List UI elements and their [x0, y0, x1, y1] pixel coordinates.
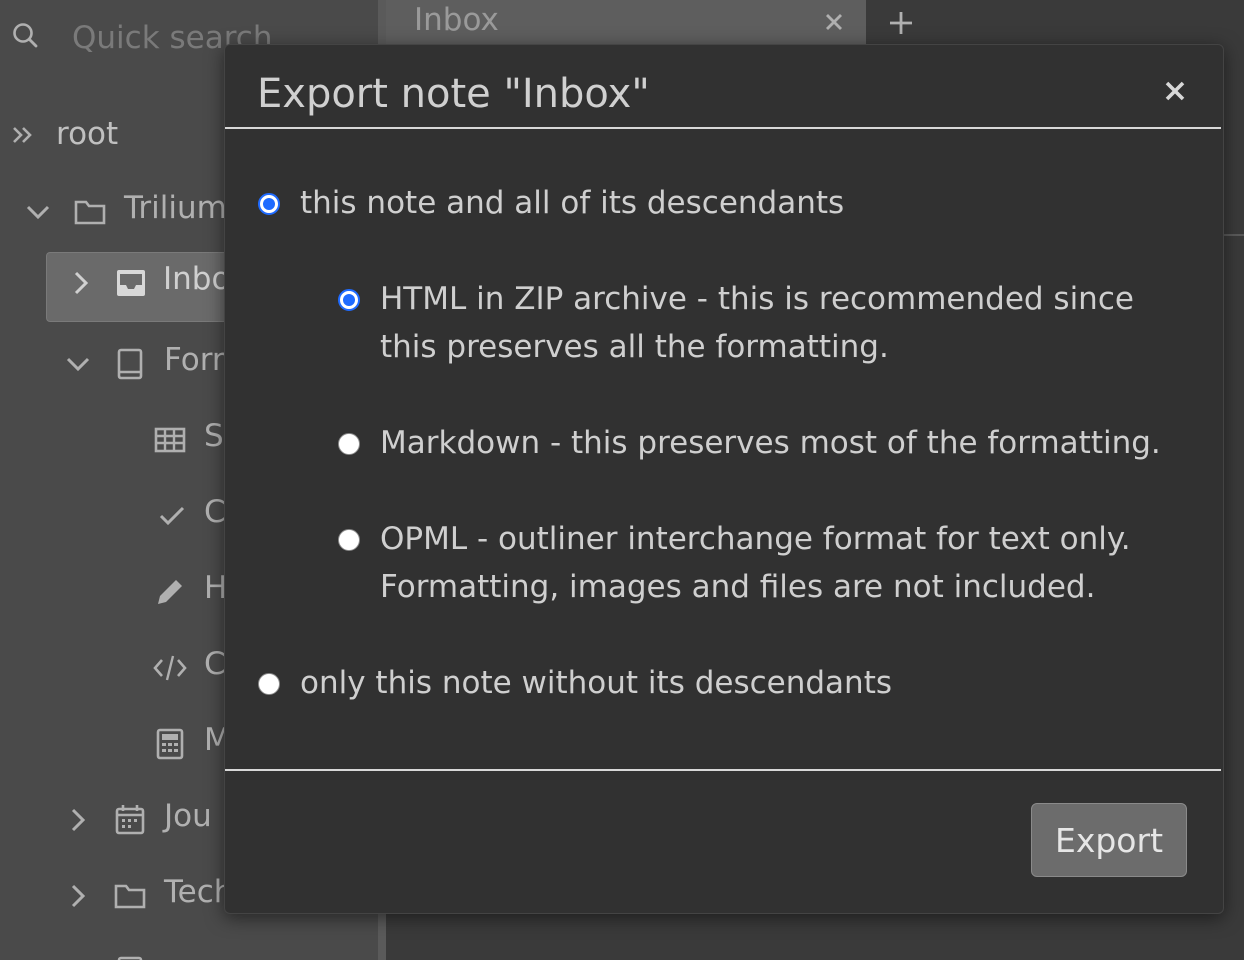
plus-icon[interactable]: [886, 8, 916, 38]
book-icon: [117, 956, 143, 960]
format-opml-label-line1[interactable]: OPML - outliner interchange format for t…: [380, 515, 1131, 563]
app-window: Quick search root Trilium Inbox Form S C…: [0, 0, 1244, 960]
tree-item-partial[interactable]: [0, 942, 380, 960]
close-icon[interactable]: [1164, 80, 1186, 102]
dialog-title: Export note "Inbox": [257, 71, 650, 117]
header-separator: [225, 127, 1221, 129]
tab-inbox[interactable]: Inbox: [386, 0, 866, 44]
chevron-right-icon[interactable]: [64, 882, 92, 910]
tab-title: Inbox: [414, 2, 499, 38]
format-markdown-label[interactable]: Markdown - this preserves most of the fo…: [380, 419, 1161, 467]
calendar-icon: [115, 805, 145, 835]
export-button[interactable]: Export: [1031, 803, 1187, 877]
chevron-right-icon[interactable]: [67, 269, 95, 297]
pencil-icon: [158, 580, 182, 604]
chevron-down-icon[interactable]: [24, 198, 52, 226]
format-html-label-line1[interactable]: HTML in ZIP archive - this is recommende…: [380, 275, 1134, 323]
scope-single-radio[interactable]: [258, 673, 280, 695]
folder-icon: [114, 884, 146, 909]
calculator-icon: [156, 728, 184, 760]
footer-separator: [225, 769, 1221, 771]
export-dialog: Export note "Inbox" this note and all of…: [224, 44, 1224, 914]
book-icon: [117, 348, 143, 380]
dialog-close-button[interactable]: [1157, 73, 1193, 109]
format-markdown-radio[interactable]: [338, 433, 360, 455]
chevron-down-icon[interactable]: [64, 350, 92, 378]
tree-item-label: C: [204, 494, 226, 530]
inbox-icon: [117, 270, 145, 296]
format-html-label-line2[interactable]: this preserves all the formatting.: [380, 323, 889, 371]
double-chevron-icon[interactable]: [10, 122, 38, 150]
close-icon[interactable]: [822, 10, 846, 34]
code-icon: [153, 655, 187, 681]
tree-root-label: root: [56, 116, 119, 152]
check-icon: [159, 506, 185, 526]
tree-item-label: Trilium: [124, 190, 227, 226]
table-icon: [154, 427, 186, 453]
format-opml-label-line2[interactable]: Formatting, images and files are not inc…: [380, 563, 1095, 611]
folder-icon: [74, 200, 106, 225]
tree-item-label: Jou: [164, 798, 212, 834]
chevron-right-icon[interactable]: [64, 806, 92, 834]
scope-single-label[interactable]: only this note without its descendants: [300, 659, 892, 707]
tree-item-label: S: [204, 418, 224, 454]
format-opml-radio[interactable]: [338, 529, 360, 551]
scope-subtree-label[interactable]: this note and all of its descendants: [300, 179, 844, 227]
scope-subtree-radio[interactable]: [258, 193, 280, 215]
search-icon[interactable]: [10, 20, 40, 50]
tree-item-label: C: [204, 646, 226, 682]
format-html-radio[interactable]: [338, 289, 360, 311]
